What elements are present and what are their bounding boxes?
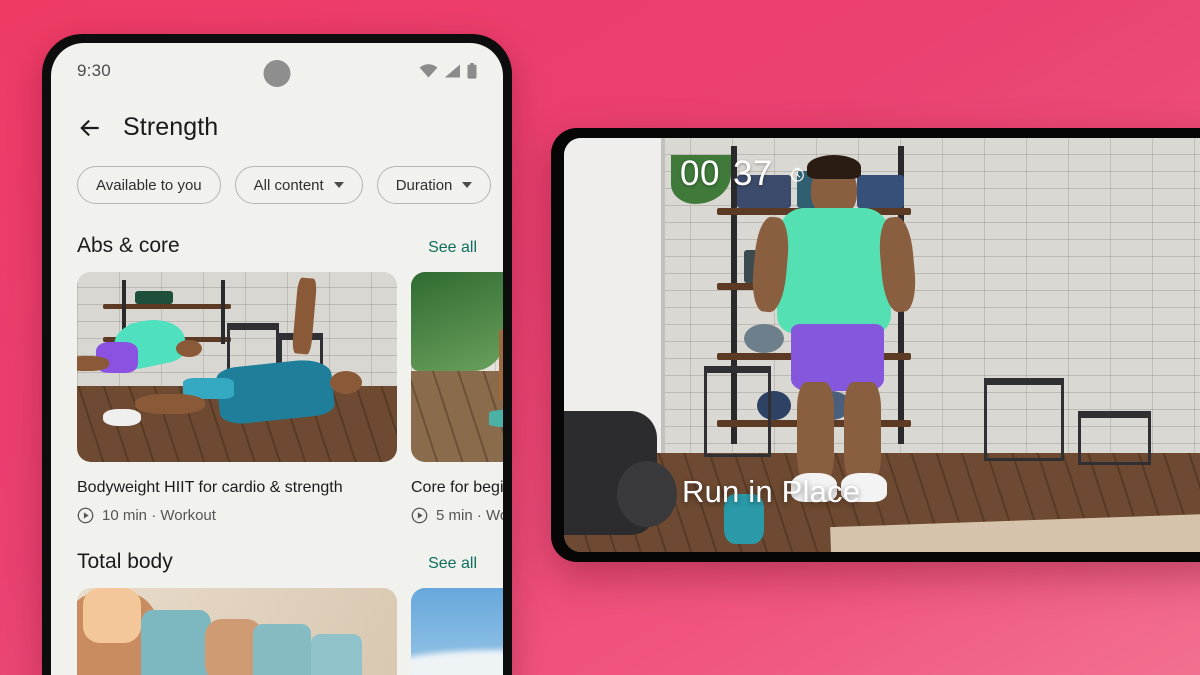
wifi-icon bbox=[419, 64, 438, 78]
workout-card[interactable] bbox=[411, 588, 503, 675]
stopwatch-icon bbox=[789, 166, 806, 183]
workout-thumbnail bbox=[411, 588, 503, 675]
workout-card-meta: 5 min · Workout bbox=[411, 507, 503, 524]
filter-chip-row: Available to you All content Duration bbox=[51, 150, 503, 208]
chevron-down-icon bbox=[333, 182, 344, 188]
status-bar-icons bbox=[419, 63, 477, 79]
workout-card[interactable] bbox=[77, 588, 397, 675]
chip-label: All content bbox=[253, 176, 324, 194]
workout-card[interactable]: Core for beginners 5 min · Workout bbox=[411, 272, 503, 524]
card-row-abs-core: Bodyweight HIIT for cardio & strength 10… bbox=[51, 272, 503, 524]
back-arrow-icon[interactable] bbox=[77, 115, 103, 141]
filter-chip-available-to-you[interactable]: Available to you bbox=[77, 166, 221, 204]
workout-card-title: Bodyweight HIIT for cardio & strength bbox=[77, 479, 343, 496]
workout-thumbnail bbox=[411, 272, 503, 462]
see-all-link-abs-core[interactable]: See all bbox=[428, 239, 477, 257]
section-header-abs-core: Abs & core See all bbox=[51, 208, 503, 272]
section-title: Total body bbox=[77, 550, 173, 573]
workout-thumbnail bbox=[77, 588, 397, 675]
section-title: Abs & core bbox=[77, 234, 180, 257]
status-bar-time: 9:30 bbox=[77, 61, 111, 80]
card-row-total-body bbox=[51, 588, 503, 675]
app-bar: Strength bbox=[51, 99, 503, 150]
video-frame-image bbox=[564, 138, 1200, 552]
battery-icon bbox=[467, 63, 477, 79]
chip-label: Duration bbox=[395, 176, 453, 194]
status-bar: 9:30 bbox=[51, 43, 503, 99]
chip-label: Available to you bbox=[96, 176, 202, 194]
see-all-link-total-body[interactable]: See all bbox=[428, 555, 477, 573]
timer-minutes: 00 bbox=[680, 154, 720, 193]
tablet-video-player[interactable]: 00 37 Run in Place bbox=[564, 138, 1200, 552]
page-title: Strength bbox=[123, 113, 219, 141]
chevron-down-icon bbox=[462, 182, 473, 188]
workout-card-meta: 10 min · Workout bbox=[77, 507, 397, 524]
play-circle-icon bbox=[77, 507, 94, 524]
front-camera-punch-hole bbox=[263, 60, 291, 87]
phone-screen: 9:30 Strength Available to you All conte… bbox=[51, 43, 503, 675]
section-header-total-body: Total body See all bbox=[51, 524, 503, 588]
cellular-signal-icon bbox=[444, 64, 461, 78]
promo-composite: 9:30 Strength Available to you All conte… bbox=[0, 0, 1200, 675]
video-exercise-caption: Run in Place bbox=[682, 474, 861, 509]
tablet-device-frame: 00 37 Run in Place bbox=[551, 128, 1200, 562]
workout-timer: 00 37 bbox=[680, 154, 806, 194]
workout-card-duration: 10 min · Workout bbox=[102, 507, 216, 524]
workout-card[interactable]: Bodyweight HIIT for cardio & strength 10… bbox=[77, 272, 397, 524]
workout-thumbnail bbox=[77, 272, 397, 462]
workout-card-title: Core for beginners bbox=[411, 479, 503, 496]
timer-seconds: 37 bbox=[732, 154, 773, 193]
play-circle-icon bbox=[411, 507, 428, 524]
workout-card-duration: 5 min · Workout bbox=[436, 507, 503, 524]
filter-chip-duration[interactable]: Duration bbox=[376, 166, 492, 204]
filter-chip-all-content[interactable]: All content bbox=[234, 166, 363, 204]
phone-device-frame: 9:30 Strength Available to you All conte… bbox=[42, 34, 512, 675]
